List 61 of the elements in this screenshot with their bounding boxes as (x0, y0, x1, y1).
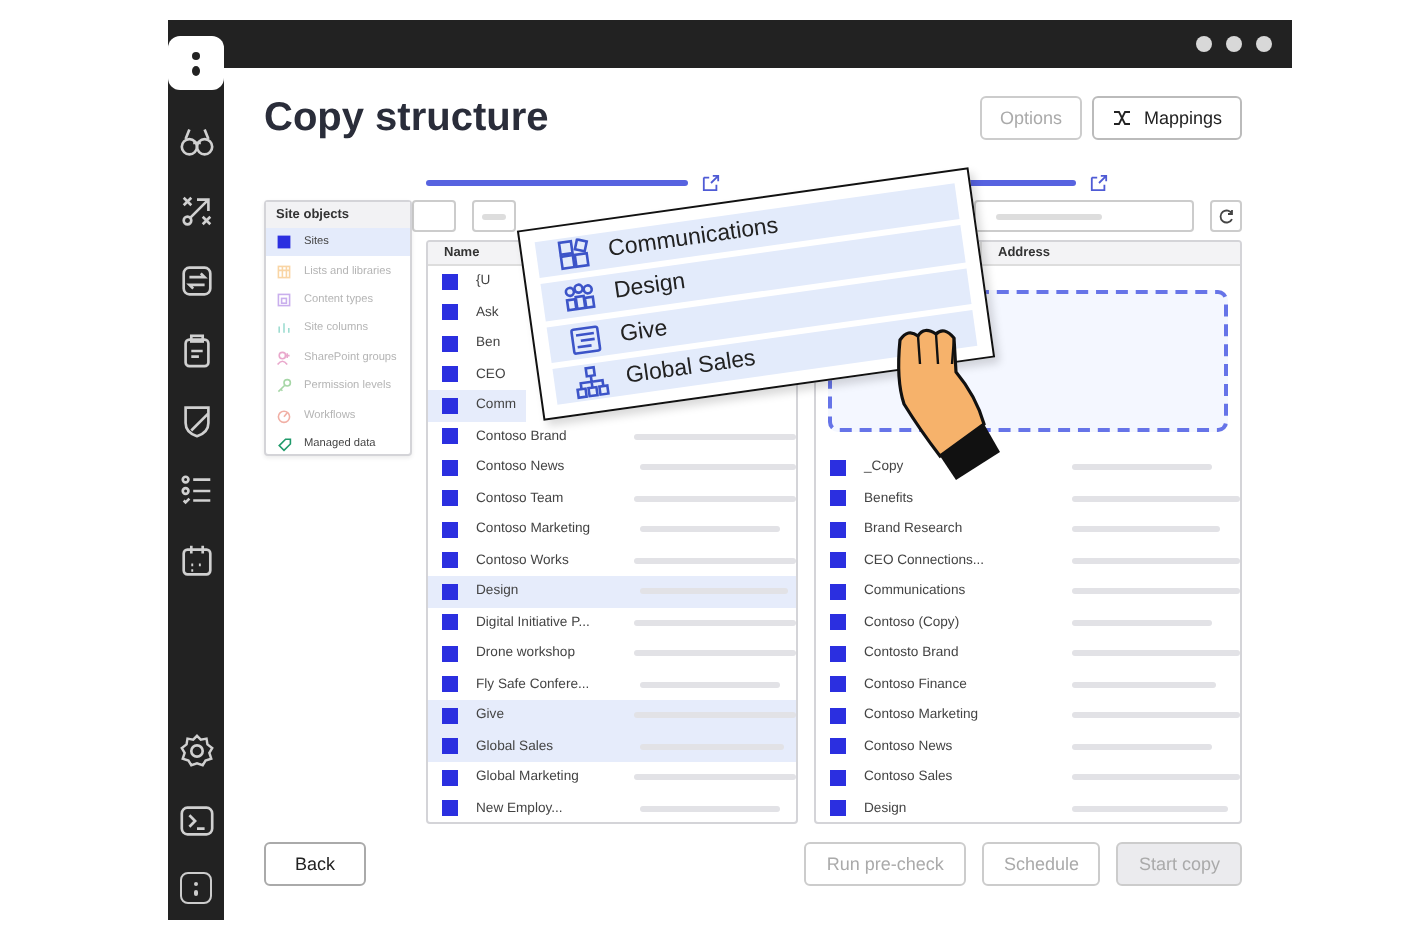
logo-icon[interactable] (168, 36, 224, 90)
checkbox[interactable] (442, 273, 458, 290)
checkbox[interactable] (830, 738, 846, 755)
checkbox[interactable] (442, 707, 458, 724)
checkbox[interactable] (442, 490, 458, 507)
checkbox[interactable] (442, 521, 458, 538)
window-dot-icon[interactable] (1256, 36, 1272, 52)
square-icon (276, 234, 292, 251)
checkbox[interactable] (830, 583, 846, 600)
key-icon (276, 378, 292, 395)
user-add-icon (276, 349, 292, 366)
calendar-icon[interactable] (177, 542, 215, 580)
tiles-icon (554, 237, 593, 274)
more-icon[interactable] (180, 872, 212, 904)
checkbox[interactable] (442, 552, 458, 569)
checkbox[interactable] (442, 800, 458, 817)
page-title: Copy structure (264, 95, 551, 141)
checkbox[interactable] (442, 459, 458, 476)
settings-icon[interactable] (177, 732, 215, 770)
exchange-icon[interactable] (177, 262, 215, 300)
list-icon (566, 321, 605, 358)
checkbox[interactable] (442, 428, 458, 445)
window-dot-icon[interactable] (1226, 36, 1242, 52)
checkbox[interactable] (830, 645, 846, 662)
input-field[interactable] (412, 200, 456, 232)
checkbox[interactable] (442, 583, 458, 600)
external-link-icon[interactable] (1090, 173, 1108, 191)
checkbox[interactable] (830, 800, 846, 817)
gauge-icon (276, 407, 292, 424)
search-field[interactable] (472, 200, 516, 232)
checkbox[interactable] (830, 614, 846, 631)
checkbox[interactable] (830, 459, 846, 476)
header-button[interactable]: Mappings (1091, 96, 1242, 140)
checklist-icon[interactable] (177, 472, 215, 510)
checkbox[interactable] (442, 645, 458, 662)
people-icon (560, 279, 599, 316)
window-dot-icon[interactable] (1196, 36, 1212, 52)
checkbox[interactable] (442, 335, 458, 352)
checkbox[interactable] (442, 676, 458, 693)
window-icon (276, 291, 292, 308)
checkbox[interactable] (830, 707, 846, 724)
checkbox[interactable] (442, 769, 458, 786)
back-button[interactable]: Back (264, 842, 366, 886)
terminal-icon[interactable] (177, 802, 215, 840)
checkbox[interactable] (442, 738, 458, 755)
checkbox[interactable] (442, 304, 458, 321)
external-link-icon[interactable] (702, 173, 720, 191)
checkbox[interactable] (442, 614, 458, 631)
refresh-icon[interactable] (1210, 200, 1242, 232)
hierarchy-icon (572, 363, 611, 400)
search-field[interactable] (974, 200, 1194, 232)
checkbox[interactable] (830, 552, 846, 569)
checkbox[interactable] (442, 366, 458, 383)
columns-icon (276, 320, 292, 337)
checkbox[interactable] (442, 397, 458, 414)
checkbox[interactable] (830, 521, 846, 538)
checkbox[interactable] (830, 490, 846, 507)
checkbox[interactable] (830, 676, 846, 693)
checkbox[interactable] (830, 769, 846, 786)
tag-icon (276, 435, 292, 452)
table-icon (276, 263, 292, 280)
